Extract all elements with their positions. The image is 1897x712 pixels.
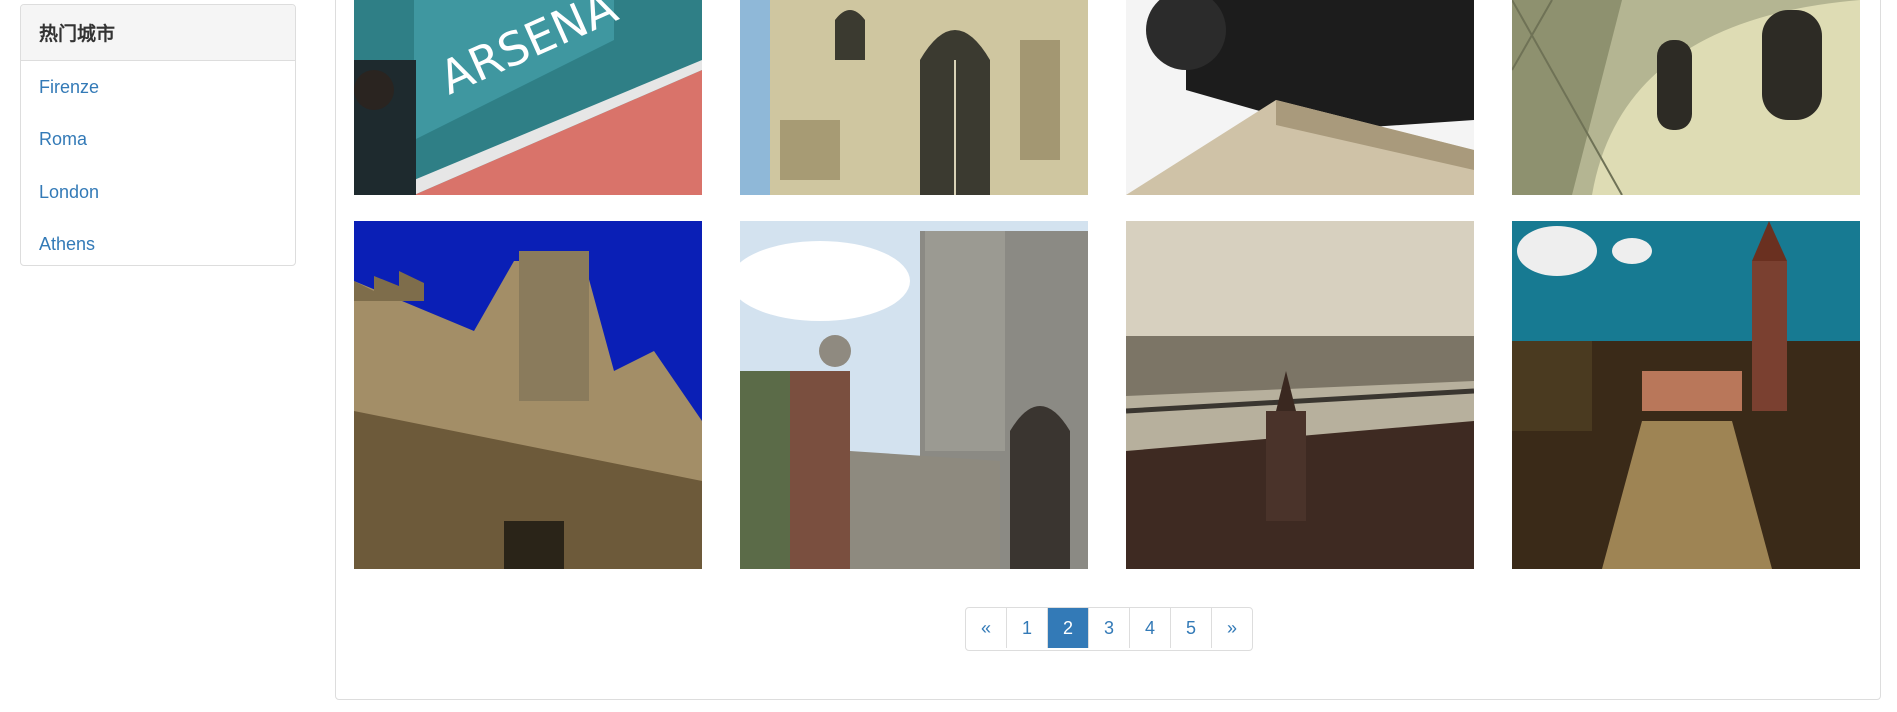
page-button-4[interactable]: 4 — [1130, 608, 1171, 648]
pagination: « 1 2 3 4 5 » — [965, 607, 1253, 651]
hot-cities-panel: 热门城市 Firenze Roma London Athens — [20, 4, 296, 266]
hot-cities-title: 热门城市 — [21, 5, 295, 61]
prev-page-button[interactable]: « — [966, 608, 1007, 648]
page-button-1[interactable]: 1 — [1007, 608, 1048, 648]
page-button-2-active[interactable]: 2 — [1048, 608, 1089, 648]
city-link-roma[interactable]: Roma — [21, 114, 295, 167]
city-link-firenze[interactable]: Firenze — [21, 61, 295, 114]
page-button-3[interactable]: 3 — [1089, 608, 1130, 648]
castle-tower-photo[interactable] — [354, 221, 702, 569]
equestrian-statue-photo[interactable] — [1126, 0, 1474, 195]
page-button-5[interactable]: 5 — [1171, 608, 1212, 648]
castle-gatehouse-photo[interactable] — [740, 221, 1088, 569]
garden-church-photo[interactable] — [1512, 221, 1860, 569]
gothic-cathedral-photo[interactable] — [740, 0, 1088, 195]
city-list: Firenze Roma London Athens — [21, 61, 295, 266]
domed-museum-photo[interactable] — [1512, 0, 1860, 195]
city-link-athens[interactable]: Athens — [21, 219, 295, 266]
city-link-london[interactable]: London — [21, 166, 295, 219]
river-city-bridge-photo[interactable] — [1126, 221, 1474, 569]
stadium-sign-photo[interactable]: ARSENA — [354, 0, 702, 195]
next-page-button[interactable]: » — [1212, 608, 1252, 648]
